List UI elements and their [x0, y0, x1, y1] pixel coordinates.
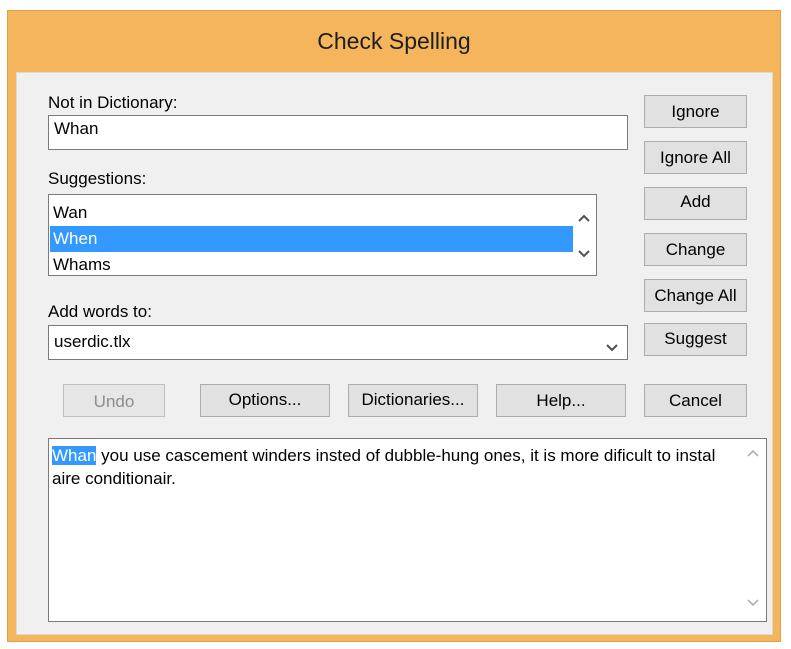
chevron-up-icon[interactable] — [746, 445, 760, 463]
cancel-button[interactable]: Cancel — [644, 384, 747, 417]
context-text-area[interactable]: Whan you use cascement winders insted of… — [48, 438, 767, 622]
ignore-all-button[interactable]: Ignore All — [644, 141, 747, 174]
suggestion-item-selected[interactable]: When — [50, 226, 588, 252]
ignore-button[interactable]: Ignore — [644, 95, 747, 128]
change-all-button[interactable]: Change All — [644, 279, 747, 312]
context-text[interactable]: Whan you use cascement winders insted of… — [52, 444, 742, 490]
add-words-to-value: userdic.tlx — [54, 332, 131, 351]
undo-button[interactable]: Undo — [63, 384, 165, 417]
help-button[interactable]: Help... — [496, 384, 626, 417]
chevron-down-icon[interactable] — [605, 338, 619, 358]
add-button[interactable]: Add — [644, 187, 747, 220]
chevron-down-icon[interactable] — [573, 244, 595, 264]
not-in-dictionary-label: Not in Dictionary: — [48, 93, 178, 112]
window-title: Check Spelling — [317, 28, 471, 54]
misspelled-word-highlight: Whan — [52, 446, 97, 465]
suggestions-label: Suggestions: — [48, 169, 147, 188]
not-in-dictionary-field[interactable]: Whan — [48, 115, 628, 150]
suggestion-item[interactable]: Whams — [50, 252, 588, 278]
chevron-down-icon[interactable] — [746, 595, 760, 613]
dictionaries-button[interactable]: Dictionaries... — [348, 384, 478, 417]
chevron-up-icon[interactable] — [573, 208, 595, 228]
context-remaining-text: you use cascement winders insted of dubb… — [52, 446, 716, 488]
dialog-client-area: Not in Dictionary: Whan Suggestions: Wan… — [16, 72, 773, 635]
add-words-to-label: Add words to: — [48, 302, 152, 321]
suggestions-listbox[interactable]: Wan When Whams — [48, 194, 597, 276]
change-button[interactable]: Change — [644, 233, 747, 266]
suggest-button[interactable]: Suggest — [644, 323, 747, 356]
options-button[interactable]: Options... — [200, 384, 330, 417]
check-spelling-window: Check Spelling Not in Dictionary: Whan S… — [7, 10, 781, 642]
add-words-to-dropdown[interactable]: userdic.tlx — [48, 325, 628, 360]
suggestions-scrollbar[interactable] — [573, 196, 595, 274]
suggestion-item[interactable]: Wan — [50, 200, 588, 226]
